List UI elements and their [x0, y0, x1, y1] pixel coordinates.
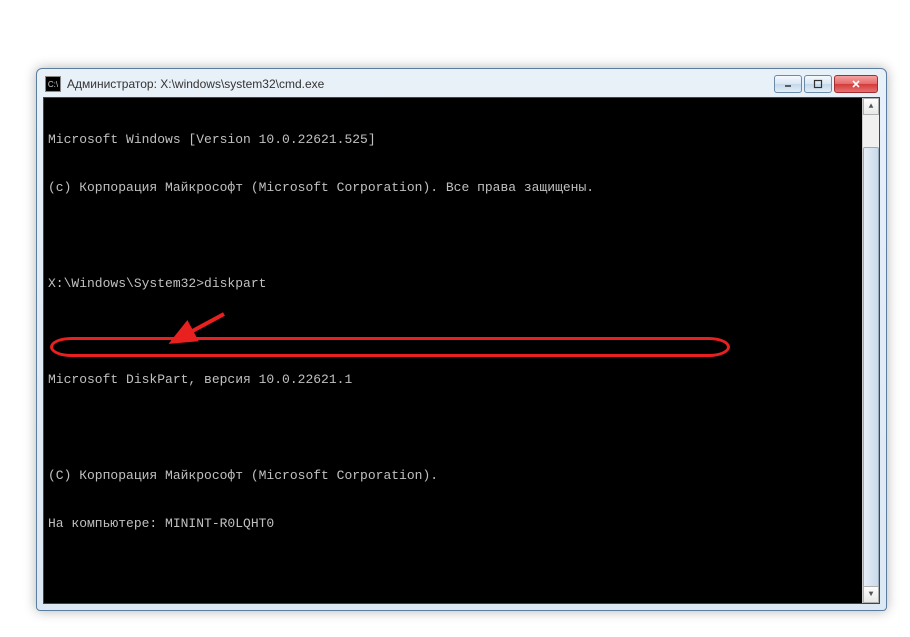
- window-title: Администратор: X:\windows\system32\cmd.e…: [67, 77, 774, 91]
- output-line: (c) Корпорация Майкрософт (Microsoft Cor…: [48, 180, 875, 196]
- vertical-scrollbar[interactable]: ▲ ▼: [862, 98, 879, 603]
- scroll-down-button[interactable]: ▼: [863, 586, 879, 603]
- cmd-icon: C:\: [45, 76, 61, 92]
- cmd-window: C:\ Администратор: X:\windows\system32\c…: [36, 68, 887, 611]
- output-line: (C) Корпорация Майкрософт (Microsoft Cor…: [48, 468, 875, 484]
- maximize-button[interactable]: [804, 75, 832, 93]
- output-line: На компьютере: MININT-R0LQHT0: [48, 516, 875, 532]
- scroll-up-button[interactable]: ▲: [863, 98, 879, 115]
- annotation-highlight-oval: [50, 337, 730, 357]
- window-controls: [774, 75, 878, 93]
- output-line: Microsoft Windows [Version 10.0.22621.52…: [48, 132, 875, 148]
- terminal-area[interactable]: Microsoft Windows [Version 10.0.22621.52…: [43, 97, 880, 604]
- minimize-icon: [783, 79, 793, 89]
- blank-line: [48, 324, 875, 340]
- close-icon: [851, 79, 861, 89]
- scroll-track[interactable]: [863, 115, 879, 586]
- blank-line: [48, 228, 875, 244]
- title-bar[interactable]: C:\ Администратор: X:\windows\system32\c…: [43, 75, 880, 97]
- blank-line: [48, 564, 875, 580]
- maximize-icon: [813, 79, 823, 89]
- prompt-line: X:\Windows\System32>diskpart: [48, 276, 875, 292]
- close-button[interactable]: [834, 75, 878, 93]
- blank-line: [48, 420, 875, 436]
- scroll-thumb[interactable]: [863, 147, 879, 604]
- minimize-button[interactable]: [774, 75, 802, 93]
- output-line: Microsoft DiskPart, версия 10.0.22621.1: [48, 372, 875, 388]
